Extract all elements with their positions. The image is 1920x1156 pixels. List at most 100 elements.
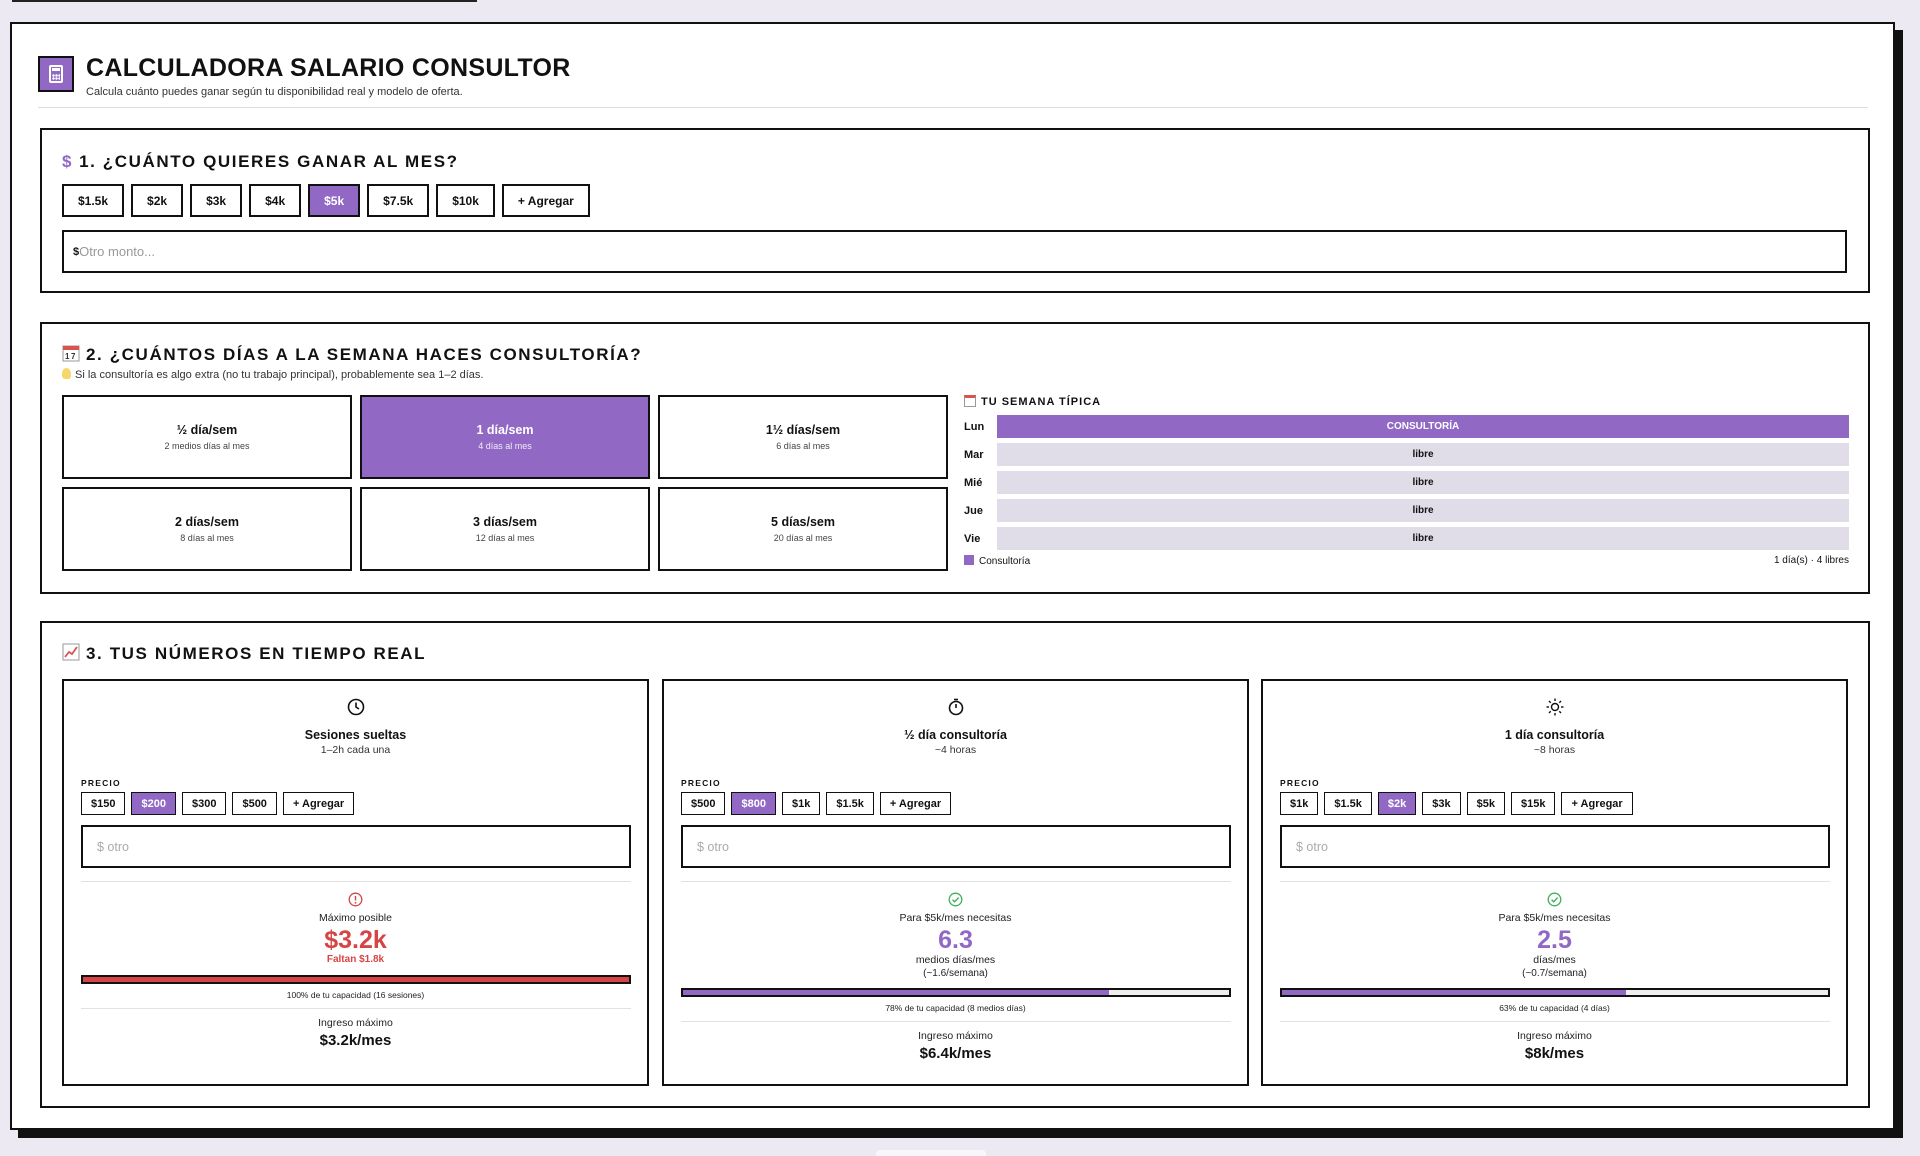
price-chip[interactable]: $5k — [1466, 792, 1505, 815]
price-chip[interactable]: $800 — [731, 792, 776, 815]
hint-text: Si la consultoría es algo extra (no tu t… — [62, 368, 483, 381]
days-option-card[interactable]: ½ día/sem 2 medios días al mes — [62, 395, 352, 479]
legend-label: Consultoría — [979, 556, 1031, 567]
section-title-text: 1. ¿CUÁNTO QUIERES GANAR AL MES? — [79, 152, 459, 171]
price-label: PRECIO — [1280, 778, 1320, 788]
goal-chip[interactable]: $10k — [436, 184, 495, 217]
days-option-label: 3 días/sem — [473, 515, 537, 529]
week-day-label: Jue — [964, 504, 983, 517]
max-income-value: $3.2k/mes — [319, 1032, 392, 1049]
price-chip[interactable]: $150 — [81, 792, 126, 815]
price-label: PRECIO — [81, 778, 121, 788]
days-options-grid: ½ día/sem 2 medios días al mes 1 día/sem 4 … — [62, 395, 948, 571]
card-divider — [1280, 881, 1830, 882]
week-legend: Consultoría 1 día(s) · 4 libres — [964, 555, 1849, 567]
days-option-card[interactable]: 2 días/sem 8 días al mes — [62, 487, 352, 571]
week-title: TU SEMANA TÍPICA — [964, 395, 1849, 408]
days-option-sub: 4 días al mes — [478, 441, 532, 451]
offer-cards: Sesiones sueltas 1–2h cada una PRECIO $150 $… — [62, 679, 1850, 1086]
price-chip[interactable]: $500 — [232, 792, 277, 815]
hint-text-content: Si la consultoría es algo extra (no tu t… — [75, 369, 484, 381]
days-option-sub: 2 medios días al mes — [164, 441, 250, 451]
legend-consultoria: Consultoría — [964, 555, 1030, 567]
days-option-label: 1 día/sem — [476, 423, 534, 437]
card-divider — [1280, 1021, 1830, 1022]
page-subtitle: Calcula cuánto puedes ganar según tu dis… — [86, 86, 463, 98]
week-summary: 1 día(s) · 4 libres — [1773, 555, 1849, 566]
days-option-card[interactable]: 3 días/sem 12 días al mes — [360, 487, 650, 571]
add-price-button[interactable]: + Agregar — [879, 792, 952, 815]
week-row: Mar libre — [964, 443, 1849, 466]
max-income-label: Ingreso máximo — [1517, 1030, 1592, 1042]
goal-amount-chips: $1.5k $2k $3k $4k $5k $7.5k $10k + Agregar — [62, 184, 590, 217]
price-chips: $500 $800 $1k $1.5k + Agregar — [681, 792, 952, 815]
week-title-text: TU SEMANA TÍPICA — [981, 396, 1102, 408]
result-unit-sub: (~0.7/semana) — [1522, 968, 1587, 979]
custom-price-input[interactable]: $ otro — [81, 825, 631, 868]
price-chip[interactable]: $3k — [1422, 792, 1461, 815]
add-amount-button[interactable]: + Agregar — [501, 184, 590, 217]
days-option-card[interactable]: 5 días/sem 20 días al mes — [658, 487, 948, 571]
check-circle-icon — [1263, 892, 1846, 912]
result-unit: días/mes — [1533, 954, 1576, 966]
capacity-bar — [681, 988, 1231, 997]
price-chip[interactable]: $300 — [181, 792, 227, 815]
week-day-bar: libre — [997, 499, 1849, 522]
section-title: $1. ¿CUÁNTO QUIERES GANAR AL MES? — [62, 152, 459, 172]
capacity-bar — [81, 975, 631, 984]
capacity-text: 63% de tu capacidad (4 días) — [1499, 1003, 1610, 1013]
price-chip[interactable]: $1.5k — [826, 792, 874, 815]
calendar-icon — [964, 395, 976, 407]
price-chip[interactable]: $1k — [1280, 792, 1319, 815]
goal-chip[interactable]: $7.5k — [367, 184, 430, 217]
price-chip[interactable]: $1.5k — [1324, 792, 1372, 815]
price-chip[interactable]: $1k — [781, 792, 821, 815]
section-real-time-numbers: 3. TUS NÚMEROS EN TIEMPO REAL Sesiones s… — [40, 621, 1870, 1108]
offer-card-title: Sesiones sueltas — [304, 728, 407, 742]
week-row: Lun CONSULTORÍA — [964, 415, 1849, 438]
top-rule — [12, 0, 477, 2]
goal-chip[interactable]: $1.5k — [62, 184, 125, 217]
custom-price-input[interactable]: $ otro — [1280, 825, 1830, 868]
days-option-card[interactable]: 1 día/sem 4 días al mes — [360, 395, 650, 479]
days-option-sub: 20 días al mes — [773, 533, 833, 543]
week-row: Vie libre — [964, 527, 1849, 550]
goal-chip[interactable]: $2k — [131, 184, 184, 217]
add-price-button[interactable]: + Agregar — [282, 792, 355, 815]
result-headline: Para $5k/mes necesitas — [899, 912, 1012, 924]
price-chip[interactable]: $15k — [1510, 792, 1556, 815]
section-monthly-goal: $1. ¿CUÁNTO QUIERES GANAR AL MES? $1.5k $… — [40, 128, 1870, 293]
offer-card: ½ día consultoría ~4 horas PRECIO $500 $800 $… — [662, 679, 1249, 1086]
result-headline: Máximo posible — [319, 912, 392, 924]
price-chip[interactable]: $2k — [1377, 792, 1417, 815]
result-value: $3.2k — [324, 926, 387, 954]
days-option-sub: 8 días al mes — [180, 533, 234, 543]
section-title-text: 2. ¿CUÁNTOS DÍAS A LA SEMANA HACES CONSU… — [86, 345, 643, 364]
week-day-bar: libre — [997, 443, 1849, 466]
svg-text:17: 17 — [65, 352, 77, 361]
price-chip[interactable]: $500 — [681, 792, 726, 815]
goal-chip[interactable]: $3k — [190, 184, 243, 217]
capacity-text: 78% de tu capacidad (8 medios días) — [885, 1003, 1026, 1013]
stopwatch-icon — [664, 697, 1247, 722]
goal-chip[interactable]: $4k — [249, 184, 302, 217]
price-chip[interactable]: $200 — [131, 792, 176, 815]
price-chips: $1k $1.5k $2k $3k $5k $15k + Agregar — [1280, 792, 1633, 815]
goal-chip[interactable]: $5k — [308, 184, 361, 217]
custom-amount-input[interactable]: $ Otro monto... — [62, 230, 1847, 273]
max-income-value: $6.4k/mes — [919, 1045, 992, 1062]
days-option-card[interactable]: 1½ días/sem 6 días al mes — [658, 395, 948, 479]
add-price-button[interactable]: + Agregar — [1561, 792, 1633, 815]
week-day-label: Lun — [964, 420, 985, 433]
app-frame: CALCULADORA SALARIO CONSULTOR Calcula cu… — [10, 22, 1895, 1130]
calendar-icon: 17 — [62, 345, 80, 362]
capacity-fill — [83, 977, 629, 982]
bottom-tab — [876, 1150, 986, 1156]
page-title: CALCULADORA SALARIO CONSULTOR — [86, 54, 571, 82]
shortfall-text: Faltan $1.8k — [326, 954, 385, 965]
card-divider — [681, 1021, 1231, 1022]
chart-up-icon — [62, 643, 80, 661]
offer-card-subtitle: ~8 horas — [1533, 744, 1576, 756]
card-divider — [81, 1008, 631, 1009]
custom-price-input[interactable]: $ otro — [681, 825, 1231, 868]
